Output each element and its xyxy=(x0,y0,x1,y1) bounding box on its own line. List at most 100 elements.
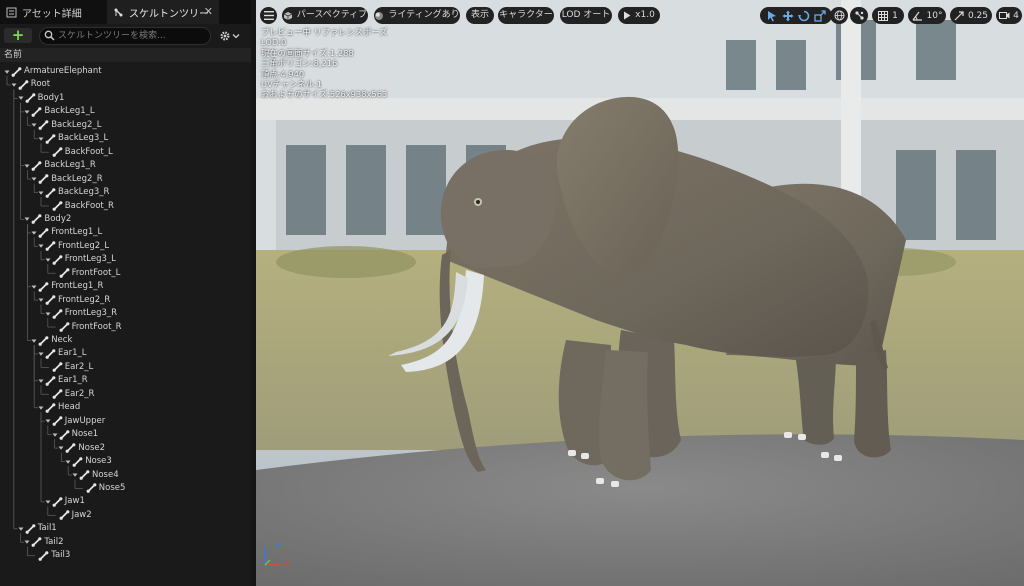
lighting-button[interactable]: ライティングあり xyxy=(374,7,460,24)
expand-arrow-icon[interactable] xyxy=(38,297,44,303)
angle-snap-button[interactable]: 10° xyxy=(908,7,946,24)
bone-icon xyxy=(45,187,56,198)
expand-arrow-icon[interactable] xyxy=(24,539,30,545)
expand-arrow-icon[interactable] xyxy=(38,190,44,196)
tree-row-nose1[interactable]: Nose1 xyxy=(52,428,98,441)
expand-arrow-icon[interactable] xyxy=(72,472,78,478)
lod-button[interactable]: LOD オート xyxy=(560,7,612,24)
bone-icon xyxy=(45,376,56,386)
move-icon[interactable] xyxy=(782,10,794,22)
add-button[interactable]: + xyxy=(4,28,32,43)
expand-arrow-icon[interactable] xyxy=(18,526,24,532)
expand-arrow-icon[interactable] xyxy=(31,230,37,236)
bone-icon xyxy=(52,362,63,373)
expand-arrow-icon[interactable] xyxy=(11,82,17,88)
tree-row-jawupper[interactable]: JawUpper xyxy=(45,415,105,428)
rotate-icon[interactable] xyxy=(798,10,810,22)
tree-row-armatureelephant[interactable]: ArmatureElephant xyxy=(4,65,102,78)
surface-snap-button[interactable] xyxy=(850,7,868,24)
expand-arrow-icon[interactable] xyxy=(45,311,51,317)
tree-row-frontleg2-r[interactable]: FrontLeg2_R xyxy=(38,294,110,307)
scale-snap-button[interactable]: 0.25 xyxy=(950,7,992,24)
tree-row-frontfoot-l[interactable]: FrontFoot_L xyxy=(52,267,120,280)
expand-arrow-icon[interactable] xyxy=(31,284,37,290)
tab-skeleton-tree[interactable]: スケルトンツリー ✕ xyxy=(107,0,219,24)
expand-arrow-icon[interactable] xyxy=(31,122,37,128)
tree-row-head[interactable]: Head xyxy=(38,401,80,414)
tree-row-ear1-l[interactable]: Ear1_L xyxy=(38,347,86,360)
camera-icon xyxy=(999,12,1010,19)
tree-row-backleg2-r[interactable]: BackLeg2_R xyxy=(31,173,103,186)
tab-asset-details[interactable]: アセット詳細 xyxy=(2,0,106,24)
select-cursor-icon[interactable] xyxy=(766,10,778,22)
tree-row-ear2-l[interactable]: Ear2_L xyxy=(45,361,93,374)
tree-row-tail3[interactable]: Tail3 xyxy=(31,549,70,562)
tree-row-frontleg1-r[interactable]: FrontLeg1_R xyxy=(31,280,103,293)
camera-speed-button[interactable]: 4 xyxy=(996,7,1022,24)
skeleton-tree-icon xyxy=(114,8,123,16)
expand-arrow-icon[interactable] xyxy=(31,338,37,344)
tree-row-body1[interactable]: Body1 xyxy=(18,92,64,105)
settings-dropdown[interactable] xyxy=(218,28,244,42)
tree-row-frontleg2-l[interactable]: FrontLeg2_L xyxy=(38,240,109,253)
expand-arrow-icon[interactable] xyxy=(58,445,64,451)
bone-icon xyxy=(38,550,49,561)
tree-row-backleg1-l[interactable]: BackLeg1_L xyxy=(24,105,95,118)
tree-row-frontfoot-r[interactable]: FrontFoot_R xyxy=(52,321,122,334)
tree-row-frontleg1-l[interactable]: FrontLeg1_L xyxy=(31,226,102,239)
tree-row-ear1-r[interactable]: Ear1_R xyxy=(38,374,88,387)
expand-arrow-icon[interactable] xyxy=(4,69,10,75)
grid-snap-button[interactable]: 1 xyxy=(872,7,904,24)
tree-row-backleg2-l[interactable]: BackLeg2_L xyxy=(31,119,101,132)
tree-row-nose3[interactable]: Nose3 xyxy=(65,455,112,468)
preview-viewport[interactable]: パースペクティブ ライティングあり 表示 キャラクター LOD オート x1.0… xyxy=(256,0,1024,586)
hamburger-menu-icon xyxy=(263,11,274,20)
tree-row-nose2[interactable]: Nose2 xyxy=(58,442,105,455)
tree-row-jaw1[interactable]: Jaw1 xyxy=(45,495,85,508)
tree-row-neck[interactable]: Neck xyxy=(31,334,72,347)
tree-row-backleg1-r[interactable]: BackLeg1_R xyxy=(24,159,96,172)
expand-arrow-icon[interactable] xyxy=(24,109,30,115)
expand-arrow-icon[interactable] xyxy=(38,243,44,249)
tree-row-tail2[interactable]: Tail2 xyxy=(24,536,64,549)
leaf-spacer xyxy=(52,270,58,276)
expand-arrow-icon[interactable] xyxy=(52,432,58,438)
perspective-button[interactable]: パースペクティブ xyxy=(282,7,368,24)
tree-row-jaw2[interactable]: Jaw2 xyxy=(52,509,92,522)
tree-row-body2[interactable]: Body2 xyxy=(24,213,71,226)
local-space-button[interactable] xyxy=(830,7,848,24)
expand-arrow-icon[interactable] xyxy=(38,405,44,411)
character-button[interactable]: キャラクター xyxy=(498,7,554,24)
tree-row-tail1[interactable]: Tail1 xyxy=(18,522,57,535)
viewport-menu-button[interactable] xyxy=(260,7,277,24)
expand-arrow-icon[interactable] xyxy=(38,378,44,384)
bone-icon xyxy=(52,497,63,507)
tree-row-backleg3-r[interactable]: BackLeg3_R xyxy=(38,186,109,199)
tree-row-backleg3-l[interactable]: BackLeg3_L xyxy=(38,132,108,145)
expand-arrow-icon[interactable] xyxy=(38,351,44,357)
tree-row-backfoot-r[interactable]: BackFoot_R xyxy=(45,200,114,213)
expand-arrow-icon[interactable] xyxy=(24,163,30,169)
expand-arrow-icon[interactable] xyxy=(38,136,44,142)
info-screen-size-line: 現在の画面サイズ:1.288 xyxy=(261,47,354,58)
expand-arrow-icon[interactable] xyxy=(45,418,51,424)
play-speed-button[interactable]: x1.0 xyxy=(618,7,660,24)
show-button[interactable]: 表示 xyxy=(466,7,494,24)
tree-row-frontleg3-l[interactable]: FrontLeg3_L xyxy=(45,253,116,266)
expand-arrow-icon[interactable] xyxy=(24,216,30,222)
tree-row-nose5[interactable]: Nose5 xyxy=(79,482,125,495)
tree-row-root[interactable]: Root xyxy=(11,78,50,91)
expand-arrow-icon[interactable] xyxy=(31,176,37,182)
leaf-spacer xyxy=(31,553,37,559)
tree-row-nose4[interactable]: Nose4 xyxy=(72,469,119,482)
expand-arrow-icon[interactable] xyxy=(18,95,24,101)
expand-arrow-icon[interactable] xyxy=(45,257,51,263)
expand-arrow-icon[interactable] xyxy=(45,499,51,505)
expand-arrow-icon[interactable] xyxy=(65,459,71,465)
close-tab-icon[interactable]: ✕ xyxy=(204,5,213,18)
scale-icon[interactable] xyxy=(814,9,826,22)
tree-row-ear2-r[interactable]: Ear2_R xyxy=(45,388,94,401)
tree-row-backfoot-l[interactable]: BackFoot_L xyxy=(45,146,113,159)
tree-row-frontleg3-r[interactable]: FrontLeg3_R xyxy=(45,307,117,320)
skeleton-search-input[interactable] xyxy=(58,28,206,44)
